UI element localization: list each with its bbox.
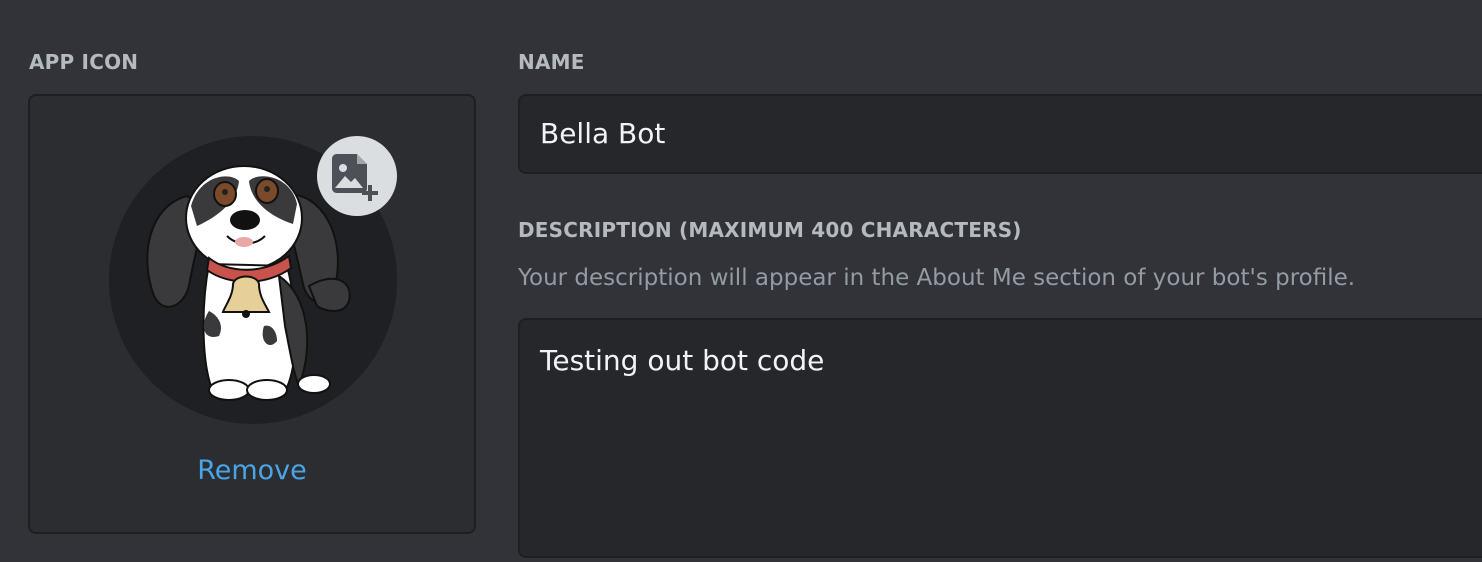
description-label: DESCRIPTION (MAXIMUM 400 CHARACTERS) <box>518 218 1022 242</box>
name-input[interactable]: Bella Bot <box>518 94 1482 174</box>
remove-icon-link[interactable]: Remove <box>30 454 474 488</box>
image-add-icon <box>332 154 378 201</box>
name-label: NAME <box>518 50 585 74</box>
app-icon-panel: Remove <box>28 94 476 534</box>
app-icon-label: APP ICON <box>29 50 139 74</box>
app-settings-page: APP ICON Remove NAME Bella Bot DESCRIPTI… <box>0 0 1482 562</box>
description-hint: Your description will appear in the Abou… <box>518 265 1356 291</box>
description-textarea[interactable]: Testing out bot code <box>518 318 1482 558</box>
upload-image-button[interactable] <box>317 136 397 216</box>
